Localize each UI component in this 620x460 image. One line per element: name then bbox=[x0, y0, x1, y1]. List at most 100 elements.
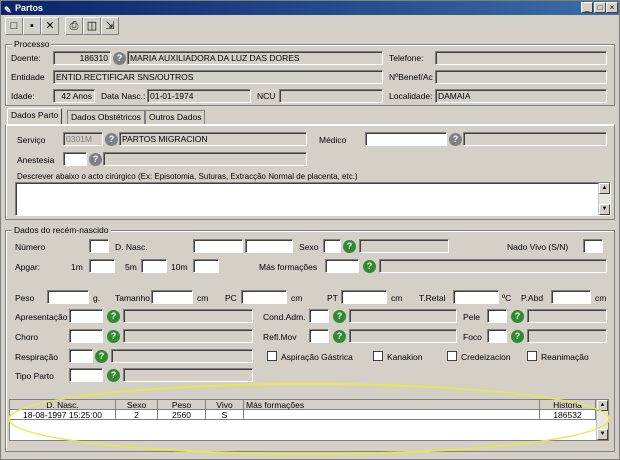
medico-name-field[interactable] bbox=[463, 132, 607, 146]
sexo-name-field[interactable] bbox=[359, 239, 449, 253]
aspiracao-checkbox[interactable] bbox=[267, 351, 277, 361]
grid-header-peso[interactable]: Peso bbox=[158, 400, 206, 410]
apresentacao-name-field[interactable] bbox=[123, 309, 253, 323]
grid-cell-peso[interactable]: 2560 bbox=[158, 410, 206, 420]
respiracao-name-field[interactable] bbox=[111, 349, 253, 363]
apgar-10m-field[interactable] bbox=[193, 259, 219, 273]
delete-icon[interactable]: ✕ bbox=[41, 17, 59, 35]
dnasc-date-field[interactable] bbox=[193, 239, 243, 253]
medico-code-field[interactable] bbox=[365, 132, 447, 146]
foco-name-field[interactable] bbox=[527, 329, 607, 343]
reanimacao-checkbox[interactable] bbox=[527, 351, 537, 361]
apgar-1m-field[interactable] bbox=[89, 259, 115, 273]
mas-formacoes-lookup-icon[interactable]: ? bbox=[363, 260, 376, 273]
kanakion-checkbox[interactable] bbox=[373, 351, 383, 361]
scroll-down-icon[interactable]: ▼ bbox=[599, 204, 610, 215]
grid-scroll-up-icon[interactable]: ▲ bbox=[597, 400, 608, 411]
grid-header-sexo[interactable]: Sexo bbox=[116, 400, 158, 410]
pele-lookup-icon[interactable]: ? bbox=[511, 310, 524, 323]
exit-icon[interactable]: ⇲ bbox=[101, 17, 119, 35]
servico-name-field[interactable]: PARTOS MIGRACION bbox=[119, 132, 307, 146]
idade-field[interactable]: 42 Anos bbox=[53, 89, 95, 103]
scroll-up-icon[interactable]: ▲ bbox=[599, 183, 610, 194]
tipo-parto-lookup-icon[interactable]: ? bbox=[107, 369, 120, 382]
doente-lookup-icon[interactable]: ? bbox=[113, 52, 126, 65]
respiracao-lookup-icon[interactable]: ? bbox=[95, 350, 108, 363]
respiracao-code-field[interactable] bbox=[69, 349, 93, 363]
servico-lookup-icon[interactable]: ? bbox=[105, 133, 118, 146]
tab-outros-dados[interactable]: Outros Dados bbox=[145, 110, 206, 124]
recem-nascidos-grid[interactable]: D. Nasc. Sexo Peso Vivo Más formações Hi… bbox=[9, 399, 609, 441]
dnasc-time-field[interactable] bbox=[245, 239, 293, 253]
foco-code-field[interactable] bbox=[487, 329, 507, 343]
refl-mov-lookup-icon[interactable]: ? bbox=[333, 330, 346, 343]
pele-code-field[interactable] bbox=[487, 309, 507, 323]
mas-formacoes-code-field[interactable] bbox=[325, 259, 359, 273]
grid-cell-vivo[interactable]: S bbox=[206, 410, 244, 420]
servico-code-field[interactable]: 0301M bbox=[63, 132, 103, 146]
tamanho-field[interactable] bbox=[151, 290, 193, 304]
pt-field[interactable] bbox=[341, 290, 387, 304]
grid-scrollbar[interactable]: ▲ ▼ bbox=[596, 400, 608, 440]
tipo-parto-name-field[interactable] bbox=[123, 368, 253, 382]
acto-cirurgico-textarea[interactable]: ▲ ▼ bbox=[15, 182, 611, 216]
numero-field[interactable] bbox=[89, 239, 109, 253]
print-icon[interactable]: ⎙ bbox=[65, 17, 83, 35]
tretal-field[interactable] bbox=[453, 290, 499, 304]
localidade-field[interactable]: DAMAIA bbox=[435, 89, 607, 103]
sexo-code-field[interactable] bbox=[323, 239, 341, 253]
credeizacion-checkbox[interactable] bbox=[447, 351, 457, 361]
grid-cell-dnasc[interactable]: 18-08-1997 15:25:00 bbox=[10, 410, 116, 420]
telefone-field[interactable] bbox=[435, 51, 607, 65]
choro-name-field[interactable] bbox=[123, 329, 253, 343]
apresentacao-code-field[interactable] bbox=[69, 309, 103, 323]
refl-mov-name-field[interactable] bbox=[349, 329, 457, 343]
numero-label: Número bbox=[15, 242, 46, 252]
nado-vivo-field[interactable] bbox=[583, 239, 603, 253]
tipo-parto-code-field[interactable] bbox=[69, 368, 103, 382]
anestesia-name-field[interactable] bbox=[103, 152, 307, 166]
tab-dados-obstetricos[interactable]: Dados Obstétricos bbox=[67, 110, 145, 124]
peso-field[interactable] bbox=[47, 290, 89, 304]
cond-adm-name-field[interactable] bbox=[349, 309, 457, 323]
doente-name-field[interactable]: MARIA AUXILIADORA DA LUZ DAS DORES bbox=[127, 51, 383, 65]
sexo-lookup-icon[interactable]: ? bbox=[343, 240, 356, 253]
nbenef-field[interactable] bbox=[435, 70, 607, 84]
pc-field[interactable] bbox=[241, 290, 287, 304]
grid-header-vivo[interactable]: Vivo bbox=[206, 400, 244, 410]
apgar-5m-field[interactable] bbox=[141, 259, 167, 273]
grid-scroll-down-icon[interactable]: ▼ bbox=[597, 429, 608, 440]
doente-number-field[interactable]: 186310 bbox=[53, 51, 111, 65]
save-icon[interactable]: ▪ bbox=[23, 17, 41, 35]
foco-lookup-icon[interactable]: ? bbox=[511, 330, 524, 343]
cond-adm-code-field[interactable] bbox=[309, 309, 329, 323]
pabd-field[interactable] bbox=[551, 290, 591, 304]
maximize-button[interactable]: □ bbox=[594, 2, 606, 13]
choro-lookup-icon[interactable]: ? bbox=[107, 330, 120, 343]
acto-cirurgico-scrollbar[interactable]: ▲ ▼ bbox=[598, 183, 610, 215]
grid-header-mas-formacoes[interactable]: Más formações bbox=[244, 400, 540, 410]
grid-cell-historia[interactable]: 186532 bbox=[540, 410, 596, 420]
grid-cell-sexo[interactable]: 2 bbox=[116, 410, 158, 420]
anestesia-lookup-icon[interactable]: ? bbox=[89, 153, 102, 166]
data-nasc-field[interactable]: 01-01-1974 bbox=[147, 89, 251, 103]
print-preview-icon[interactable]: ◫ bbox=[83, 17, 101, 35]
new-document-icon[interactable]: □ bbox=[5, 17, 23, 35]
grid-header-dnasc[interactable]: D. Nasc. bbox=[10, 400, 116, 410]
refl-mov-code-field[interactable] bbox=[309, 329, 329, 343]
ncu-field[interactable] bbox=[279, 89, 383, 103]
entidade-field[interactable]: ENTID.RECTIFICAR SNS/OUTROS bbox=[53, 70, 383, 84]
cond-adm-lookup-icon[interactable]: ? bbox=[333, 310, 346, 323]
choro-code-field[interactable] bbox=[69, 329, 103, 343]
aspiracao-label: Aspiração Gástrica bbox=[281, 352, 353, 362]
pele-name-field[interactable] bbox=[527, 309, 607, 323]
grid-header-historia[interactable]: Historia bbox=[540, 400, 596, 410]
minimize-button[interactable]: _ bbox=[581, 2, 593, 13]
anestesia-code-field[interactable] bbox=[63, 152, 87, 166]
medico-lookup-icon[interactable]: ? bbox=[449, 133, 462, 146]
grid-cell-mas-formacoes[interactable] bbox=[244, 410, 540, 420]
tab-dados-parto[interactable]: Dados Parto bbox=[7, 108, 63, 125]
mas-formacoes-name-field[interactable] bbox=[379, 259, 607, 273]
close-button[interactable]: × bbox=[606, 2, 618, 13]
apresentacao-lookup-icon[interactable]: ? bbox=[107, 310, 120, 323]
